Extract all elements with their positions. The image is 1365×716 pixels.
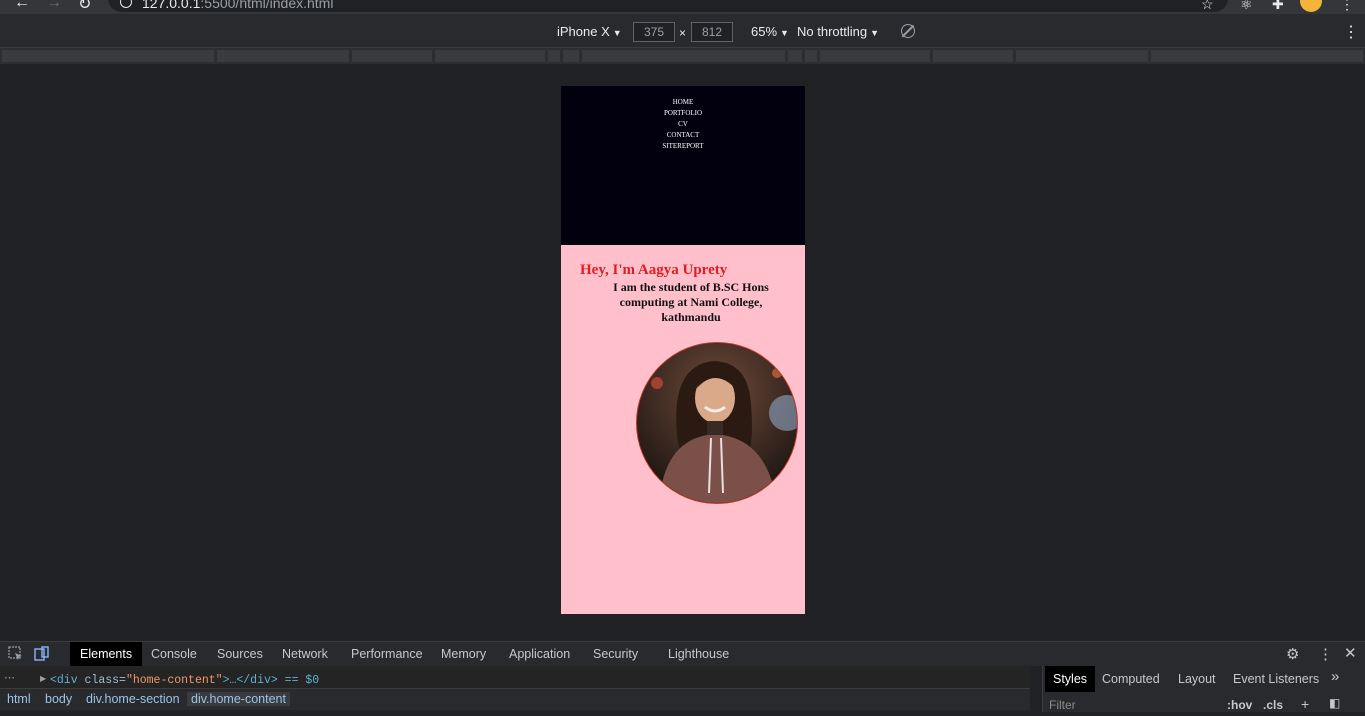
device-toggle-icon[interactable] [34,646,50,662]
tab-console[interactable]: Console [151,647,197,661]
breadcrumb-home-section[interactable]: div.home-section [86,692,180,706]
ruler-segment[interactable] [2,50,214,62]
emulated-viewport: HOME PORTFOLIO CV CONTACT SITEREPORT Hey… [561,86,805,614]
devtools-tab-bar: Elements Console Sources Network Perform… [0,641,1365,667]
zoom-select[interactable]: 65% ▼ [751,24,789,39]
media-query-ruler [0,48,1365,64]
nav-link-sitereport[interactable]: SITEREPORT [561,141,805,152]
breadcrumb-home-content[interactable]: div.home-content [187,692,290,706]
tab-sources[interactable]: Sources [217,647,263,661]
chevron-down-icon: ▼ [870,28,880,38]
throttling-select[interactable]: No throttling ▼ [797,24,879,39]
device-toolbar: iPhone X ▼ 375 × 812 65% ▼ No throttling ▼ … [0,14,1365,48]
tab-lighthouse[interactable]: Lighthouse [668,647,729,661]
devtools-menu-icon[interactable]: ⋮ [1318,645,1333,663]
sidebar-toggle-icon[interactable]: ◧ [1329,696,1340,710]
selected-node[interactable]: <div class="home-content">…</div> == $0 [50,674,319,687]
tab-layout[interactable]: Layout [1178,672,1216,686]
ruler-segment[interactable] [352,50,432,62]
browser-toolbar: ← → ↻ 127.0.0.1:5500/html/index.html ☆ ⚛… [0,0,1365,14]
tab-network[interactable]: Network [282,647,328,661]
height-input[interactable]: 812 [691,22,733,42]
address-bar[interactable]: 127.0.0.1:5500/html/index.html [108,0,1228,12]
ruler-segment[interactable] [435,50,545,62]
class-toggle[interactable]: .cls [1263,698,1283,712]
status-strip [0,712,1365,716]
ruler-segment[interactable] [933,50,1013,62]
browser-menu-icon[interactable]: ⋮ [1340,0,1354,13]
dimension-separator: × [679,26,687,40]
ruler-segment[interactable] [820,50,930,62]
profile-photo-image [637,343,797,503]
tab-memory[interactable]: Memory [441,647,486,661]
forward-icon[interactable]: → [46,0,62,12]
extension-icon[interactable]: ⚛ [1240,0,1253,13]
bookmark-star-icon[interactable]: ☆ [1201,0,1214,13]
tab-event-listeners[interactable]: Event Listeners [1233,672,1319,686]
tab-performance[interactable]: Performance [351,647,423,661]
tab-styles[interactable]: Styles [1045,666,1096,692]
expand-arrow-icon[interactable]: ▶ [40,674,46,683]
breadcrumb: html body div.home-section div.home-cont… [0,688,1030,710]
ruler-segment[interactable] [217,50,349,62]
ellipsis-icon[interactable]: ⋯ [4,671,15,684]
tab-computed[interactable]: Computed [1102,672,1160,686]
add-rule-icon[interactable]: + [1301,696,1309,712]
profile-photo [636,342,798,504]
nav-menu: HOME PORTFOLIO CV CONTACT SITEREPORT [561,86,805,152]
intro-text: I am the student of B.SC Hons computing … [613,280,769,324]
ruler-segment[interactable] [1151,50,1363,62]
nav-link-cv[interactable]: CV [561,119,805,130]
info-icon[interactable] [120,0,132,8]
greeting-heading: Hey, I'm Aagya Uprety [580,262,728,278]
home-section-header: HOME PORTFOLIO CV CONTACT SITEREPORT [561,86,805,245]
puzzle-icon[interactable]: ✚ [1272,0,1284,13]
width-input[interactable]: 375 [633,22,675,42]
hover-state-toggle[interactable]: :hov [1227,698,1252,712]
more-options-icon[interactable]: ⋮ [1343,22,1359,42]
filter-input[interactable]: Filter [1049,698,1076,712]
nav-link-portfolio[interactable]: PORTFOLIO [561,108,805,119]
tab-elements[interactable]: Elements [70,642,143,667]
profile-avatar[interactable] [1300,0,1322,12]
close-icon[interactable]: ✕ [1344,644,1357,662]
nav-link-contact[interactable]: CONTACT [561,130,805,141]
url-text: 127.0.0.1:5500/html/index.html [142,0,334,11]
nav-link-home[interactable]: HOME [561,97,805,108]
inspect-element-icon[interactable] [8,646,24,662]
chevron-down-icon: ▼ [612,28,622,38]
breadcrumb-html[interactable]: html [7,692,31,706]
back-icon[interactable]: ← [14,0,30,12]
rotate-icon[interactable] [901,24,915,38]
breadcrumb-body[interactable]: body [45,692,72,706]
more-tabs-icon[interactable]: » [1331,668,1339,685]
reload-icon[interactable]: ↻ [78,0,91,14]
tab-security[interactable]: Security [593,647,638,661]
chevron-down-icon: ▼ [780,28,789,38]
home-content: Hey, I'm Aagya Uprety I am the student o… [561,245,805,614]
settings-gear-icon[interactable]: ⚙ [1286,645,1299,663]
styles-sidebar: Styles Computed Layout Event Listeners »… [1042,666,1365,716]
ruler-segment[interactable] [563,50,579,62]
tab-application[interactable]: Application [509,647,570,661]
ruler-segment[interactable] [805,50,817,62]
ruler-segment[interactable] [548,50,560,62]
ruler-segment[interactable] [1016,50,1148,62]
device-select[interactable]: iPhone X ▼ [557,24,622,39]
ruler-segment[interactable] [788,50,802,62]
ruler-segment[interactable] [582,50,785,62]
